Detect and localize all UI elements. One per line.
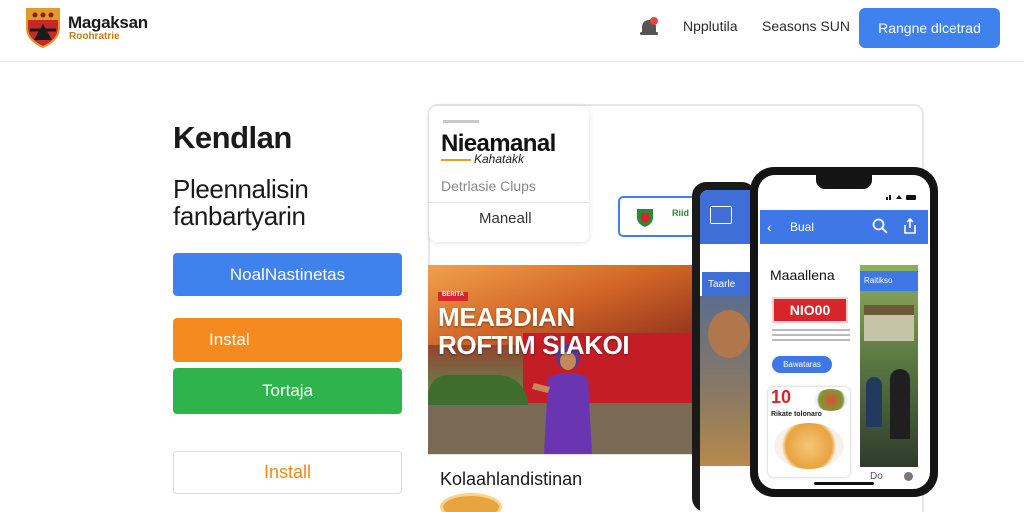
phone-pill-button[interactable]: Bawataras: [772, 356, 832, 373]
phone-notch: [816, 175, 872, 189]
bell-notification-icon[interactable]: [638, 16, 660, 38]
pager-dot[interactable]: [904, 472, 913, 481]
phone-mockup-front: ‹ Bual Maaallena NIO00 Bawataras 10 Rika…: [750, 167, 938, 497]
dish-main: [774, 423, 844, 469]
card-description: Detrlasie Clups: [441, 178, 536, 194]
phone-back-tab[interactable]: Taarle: [702, 272, 756, 296]
brand-name: Magaksan: [68, 13, 148, 32]
brand-tagline: Roohratrie: [69, 31, 120, 42]
green-action-button[interactable]: Tortaja: [173, 368, 402, 414]
phone-front-screen: ‹ Bual Maaallena NIO00 Bawataras 10 Rika…: [758, 175, 930, 489]
header-cta-button[interactable]: Rangne dlcetrad: [859, 8, 1000, 48]
share-icon[interactable]: [902, 217, 918, 235]
news-hero-photo[interactable]: BERITA MEABDIAN ROFTIM SIAKOI: [428, 265, 696, 454]
top-header: Magaksan Roohratrie Npplutila Seasons SU…: [0, 0, 1024, 62]
image-icon[interactable]: [710, 206, 732, 224]
hero-title: Kendlan: [173, 120, 292, 155]
phone-back-topbar: [700, 190, 756, 244]
dish-thumbnail: [440, 493, 502, 512]
app-bar: ‹ Bual: [760, 210, 928, 244]
hero-subtitle: Pleennalisin fanbartyarin: [173, 174, 309, 231]
phone-mockup-back: Taarle: [692, 182, 756, 512]
primary-action-button[interactable]: NoalNastinetas: [173, 253, 402, 296]
home-indicator: [814, 482, 874, 485]
search-icon[interactable]: [872, 218, 888, 234]
house-figure: [864, 305, 914, 341]
landing-page: Magaksan Roohratrie Npplutila Seasons SU…: [0, 0, 1024, 512]
phone-back-screen: Taarle: [700, 190, 756, 512]
badge-chip[interactable]: Riid: [618, 196, 698, 237]
shield-icon: [637, 209, 653, 227]
photo-caption-strip: Kolaahlandistinan: [428, 454, 696, 512]
dish-salad: [814, 389, 848, 411]
signal-wifi-battery-icon: [886, 195, 916, 200]
nav-link-primary[interactable]: Npplutila: [683, 18, 737, 34]
phone-badge: NIO00: [772, 297, 848, 323]
install-orange-button[interactable]: Instal: [173, 318, 402, 362]
card-action-button[interactable]: Maneall: [479, 210, 532, 227]
person-figure-tall: [890, 369, 910, 439]
photo-tag: BERITA: [438, 292, 468, 301]
info-card: Nieamanal Kahatakk Detrlasie Clups Manea…: [429, 106, 589, 242]
chevron-left-icon[interactable]: ‹: [767, 219, 772, 235]
person-figure-small: [866, 377, 882, 427]
food-subtitle: Rikate tolonaro: [771, 411, 822, 418]
card-decoration-bar: [443, 120, 479, 123]
app-bar-title: Bual: [790, 220, 815, 234]
phone-text-lines: [772, 329, 850, 343]
phone-food-card[interactable]: 10 Rikate tolonaro: [768, 387, 850, 477]
card-subtitle: Kahatakk: [474, 152, 525, 166]
card-divider: [429, 202, 589, 203]
phone-article-title: Maaallena: [770, 267, 835, 283]
chip-label: Riid: [672, 208, 689, 218]
photo-headline: MEABDIAN ROFTIM SIAKOI: [438, 302, 630, 360]
card-underline: [441, 159, 471, 161]
photo-caption: Kolaahlandistinan: [440, 469, 583, 489]
install-outline-button[interactable]: Install: [173, 451, 402, 494]
pager-label: Do: [870, 471, 883, 482]
food-number: 10: [771, 387, 792, 407]
phone-back-photo: [700, 296, 756, 466]
headline-line-2: ROFTIM SIAKOI: [438, 330, 630, 360]
person-face: [708, 310, 750, 358]
shield-crest-icon[interactable]: [24, 6, 62, 48]
headline-line-1: MEABDIAN: [438, 302, 575, 332]
nav-link-seasons[interactable]: Seasons SUN: [762, 18, 850, 34]
phone-side-photo[interactable]: Raitikso: [860, 265, 918, 467]
side-photo-tag: Raitikso: [860, 271, 918, 291]
